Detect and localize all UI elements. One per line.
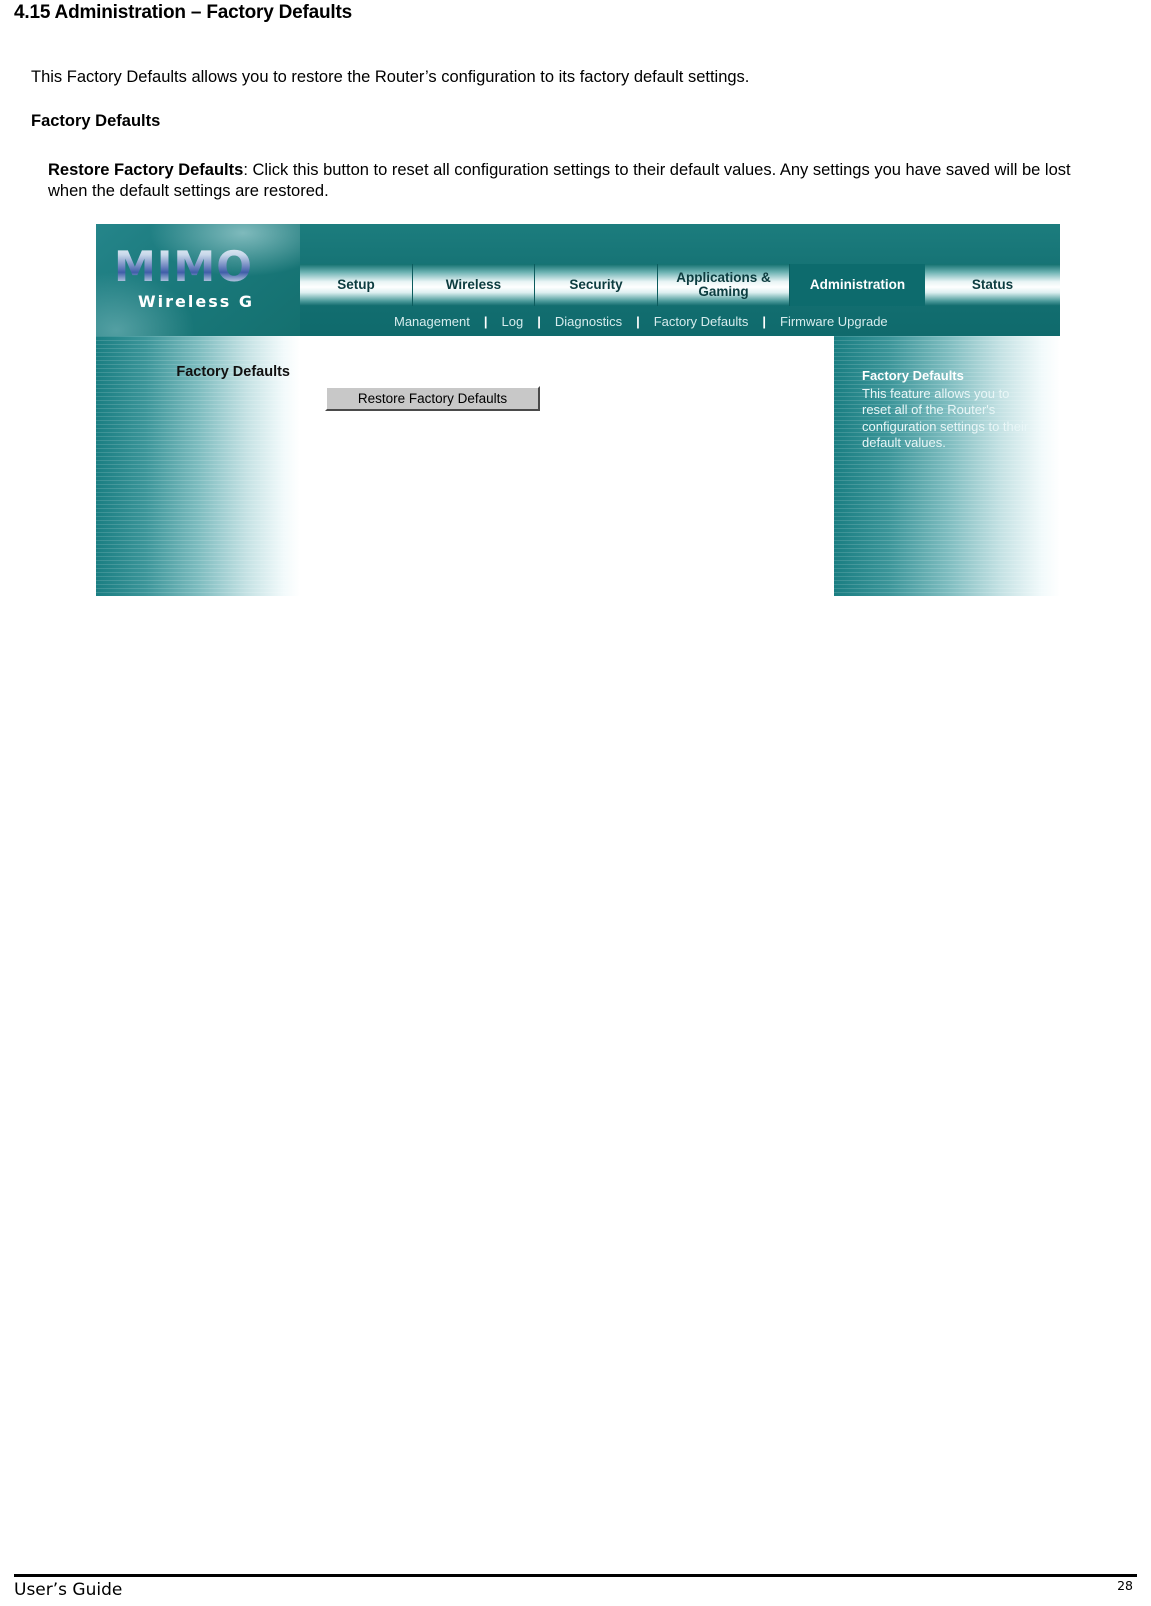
left-gradient-panel: Factory Defaults bbox=[96, 336, 300, 596]
restore-factory-defaults-button[interactable]: Restore Factory Defaults bbox=[325, 386, 540, 411]
body-paragraph: Restore Factory Defaults: Click this but… bbox=[48, 160, 1103, 202]
tab-wireless[interactable]: Wireless bbox=[413, 264, 535, 306]
tab-applications-line1: Applications & bbox=[676, 269, 771, 285]
right-help-panel: Factory Defaults This feature allows you… bbox=[834, 336, 1060, 596]
subnav-separator-1: | bbox=[483, 313, 488, 329]
secondary-nav: Management | Log | Diagnostics | Factory… bbox=[300, 306, 1060, 336]
router-header: MIMO Wireless G Setup Wireless Security … bbox=[96, 224, 1060, 336]
intro-paragraph: This Factory Defaults allows you to rest… bbox=[31, 68, 750, 86]
subnav-item-diagnostics[interactable]: Diagnostics bbox=[555, 314, 622, 329]
tab-applications-line2: Gaming bbox=[698, 284, 749, 299]
footer-divider bbox=[14, 1574, 1137, 1577]
router-logo: MIMO Wireless G bbox=[96, 224, 300, 336]
section-title: Factory Defaults bbox=[176, 364, 290, 380]
subnav-separator-2: | bbox=[537, 313, 541, 329]
subnav-item-factory-defaults[interactable]: Factory Defaults bbox=[654, 314, 749, 329]
router-body: Factory Defaults Restore Factory Default… bbox=[96, 336, 1060, 596]
router-content-area: Restore Factory Defaults bbox=[300, 336, 834, 596]
primary-nav-tabs: Setup Wireless Security Applications & G… bbox=[300, 264, 1060, 306]
subnav-separator-4: | bbox=[762, 313, 767, 329]
subnav-item-management[interactable]: Management bbox=[394, 314, 470, 329]
brand-logo-text: MIMO bbox=[114, 242, 253, 291]
help-title: Factory Defaults bbox=[862, 368, 964, 383]
page-number: 28 bbox=[1117, 1578, 1133, 1593]
page-title: 4.15 Administration – Factory Defaults bbox=[14, 2, 353, 23]
brand-tagline: Wireless G bbox=[138, 292, 254, 311]
tab-status[interactable]: Status bbox=[925, 264, 1060, 306]
help-text: This feature allows you to reset all of … bbox=[862, 385, 1029, 451]
subnav-item-firmware-upgrade[interactable]: Firmware Upgrade bbox=[780, 314, 888, 329]
router-ui-screenshot: MIMO Wireless G Setup Wireless Security … bbox=[96, 224, 1060, 596]
help-block: Factory Defaults This feature allows you… bbox=[862, 368, 1040, 452]
tab-applications-and-gaming[interactable]: Applications & Gaming bbox=[658, 264, 790, 306]
tab-setup[interactable]: Setup bbox=[300, 264, 413, 306]
tab-administration[interactable]: Administration bbox=[790, 264, 925, 306]
section-subheading: Factory Defaults bbox=[31, 112, 161, 130]
body-paragraph-label: Restore Factory Defaults bbox=[48, 161, 244, 179]
subnav-separator-3: | bbox=[636, 313, 640, 329]
tab-security[interactable]: Security bbox=[535, 264, 658, 306]
subnav-item-log[interactable]: Log bbox=[502, 314, 524, 329]
footer-label: User’s Guide bbox=[14, 1580, 123, 1600]
